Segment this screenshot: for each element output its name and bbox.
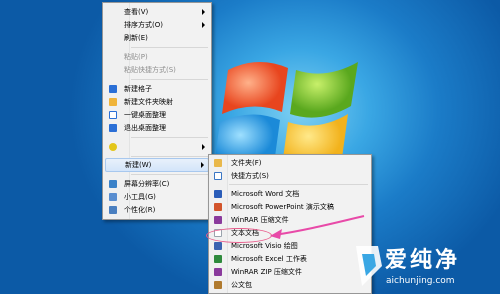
personalize-icon <box>109 206 117 214</box>
word-icon <box>214 190 222 198</box>
menu-item-gadgets[interactable]: 小工具(G) <box>105 191 209 203</box>
graphics-icon <box>109 143 117 151</box>
menu-item-label: 排序方式(O) <box>124 21 163 29</box>
menu-item-label: 一键桌面整理 <box>124 111 166 119</box>
submenu-arrow-icon <box>201 162 204 168</box>
menu-item-one-click-organize[interactable]: 一键桌面整理 <box>105 109 209 121</box>
desktop-context-menu: 查看(V) 排序方式(O) 刷新(E) 粘贴(P) 粘贴快捷方式(S) 新建格子… <box>102 2 212 220</box>
submenu-item-briefcase[interactable]: 公文包 <box>211 279 369 291</box>
desktop-organize-icon <box>109 111 117 119</box>
menu-separator <box>131 79 208 80</box>
menu-item-label: 小工具(G) <box>124 193 156 201</box>
visio-icon <box>214 242 222 250</box>
gadgets-icon <box>109 193 117 201</box>
folder-icon <box>214 159 222 167</box>
menu-item-label: 退出桌面整理 <box>124 124 166 132</box>
menu-item-sort-by[interactable]: 排序方式(O) <box>105 19 209 31</box>
submenu-arrow-icon <box>202 22 205 28</box>
menu-item-label: Microsoft Excel 工作表 <box>231 255 307 263</box>
menu-item-label: 公文包 <box>231 281 252 289</box>
menu-separator <box>131 156 208 157</box>
submenu-arrow-icon <box>202 9 205 15</box>
menu-separator <box>131 47 208 48</box>
menu-item-refresh[interactable]: 刷新(E) <box>105 32 209 44</box>
shortcut-icon <box>214 172 222 180</box>
watermark-title: 爱纯净 <box>385 248 461 273</box>
winrar-zip-icon <box>214 268 222 276</box>
winrar-icon <box>214 216 222 224</box>
menu-item-paste[interactable]: 粘贴(P) <box>105 51 209 63</box>
menu-item-label: WinRAR ZIP 压缩文件 <box>231 268 302 276</box>
annotation-arrow-icon <box>270 215 365 239</box>
submenu-item-word[interactable]: Microsoft Word 文档 <box>211 188 369 200</box>
menu-item-view[interactable]: 查看(V) <box>105 6 209 18</box>
excel-icon <box>214 255 222 263</box>
menu-item-screen-resolution[interactable]: 屏幕分辨率(C) <box>105 178 209 190</box>
menu-item-graphics[interactable] <box>105 141 209 153</box>
menu-separator <box>229 184 368 185</box>
menu-item-label: 屏幕分辨率(C) <box>124 180 170 188</box>
menu-item-label: 新建格子 <box>124 85 152 93</box>
menu-item-label: 刷新(E) <box>124 34 148 42</box>
menu-item-label: 粘贴快捷方式(S) <box>124 66 176 74</box>
highlight-ellipse <box>206 228 272 243</box>
menu-item-label: 新建文件夹映射 <box>124 98 173 106</box>
menu-item-personalize[interactable]: 个性化(R) <box>105 204 209 216</box>
menu-item-label: 查看(V) <box>124 8 149 16</box>
watermark-url: aichunjing.com <box>386 276 455 286</box>
folder-map-icon <box>109 98 117 106</box>
menu-separator <box>131 174 208 175</box>
menu-item-label: Microsoft Word 文档 <box>231 190 300 198</box>
menu-item-label: 快捷方式(S) <box>231 172 269 180</box>
submenu-item-folder[interactable]: 文件夹(F) <box>211 157 369 169</box>
submenu-item-shortcut[interactable]: 快捷方式(S) <box>211 170 369 182</box>
menu-item-label: 新建(W) <box>125 161 152 169</box>
screen-resolution-icon <box>109 180 117 188</box>
submenu-item-winrar-zip[interactable]: WinRAR ZIP 压缩文件 <box>211 266 369 278</box>
menu-item-label: 个性化(R) <box>124 206 156 214</box>
menu-item-new[interactable]: 新建(W) <box>105 158 209 172</box>
fences-icon <box>109 85 117 93</box>
menu-item-exit-organize[interactable]: 退出桌面整理 <box>105 122 209 134</box>
menu-item-label: 粘贴(P) <box>124 53 148 61</box>
briefcase-icon <box>214 281 222 289</box>
menu-separator <box>131 137 208 138</box>
powerpoint-icon <box>214 203 222 211</box>
submenu-arrow-icon <box>202 144 205 150</box>
menu-item-new-folder-map[interactable]: 新建文件夹映射 <box>105 96 209 108</box>
exit-organize-icon <box>109 124 117 132</box>
menu-item-paste-shortcut[interactable]: 粘贴快捷方式(S) <box>105 64 209 76</box>
menu-item-label: 文件夹(F) <box>231 159 262 167</box>
menu-item-new-fence[interactable]: 新建格子 <box>105 83 209 95</box>
submenu-item-excel[interactable]: Microsoft Excel 工作表 <box>211 253 369 265</box>
